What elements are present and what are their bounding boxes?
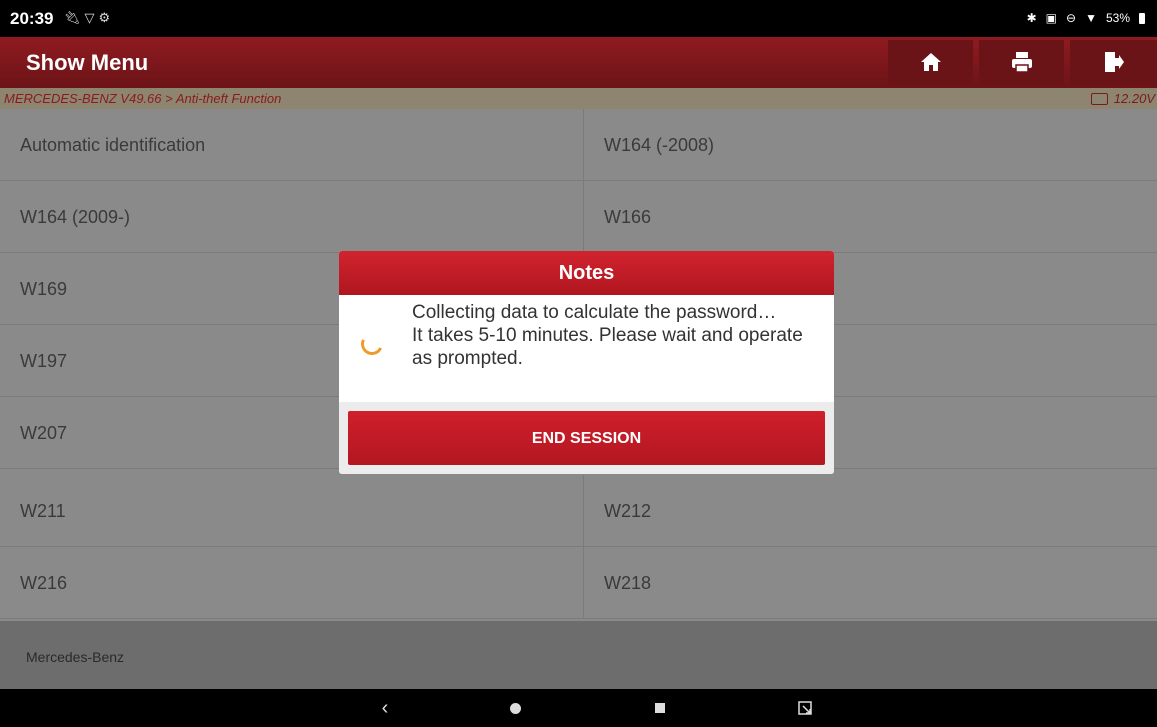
home-button[interactable] — [888, 40, 973, 84]
breadcrumb-bar: MERCEDES-BENZ V49.66 > Anti-theft Functi… — [0, 88, 1157, 109]
dialog-title: Notes — [339, 251, 834, 295]
menu-item[interactable]: W218 — [584, 547, 1157, 619]
dialog-message: Collecting data to calculate the passwor… — [412, 302, 803, 369]
status-icons: 🔌︎▽⚙ — [64, 10, 114, 26]
menu-item[interactable]: Automatic identification — [0, 109, 584, 181]
home-icon — [920, 53, 941, 71]
back-icon: ‹ — [381, 696, 389, 719]
voltage-value: 12.20V — [1113, 91, 1155, 106]
usb-icon: 🔌︎ — [64, 10, 85, 25]
screenshot-icon — [798, 701, 812, 715]
home-nav-button[interactable] — [500, 689, 530, 727]
menu-item[interactable]: W212 — [584, 475, 1157, 547]
battery-percent: 53% — [1105, 11, 1130, 25]
circle-icon — [509, 702, 521, 714]
exit-button[interactable] — [1070, 40, 1157, 84]
loading-spinner-icon — [357, 329, 387, 359]
system-nav-bar: ‹ — [0, 689, 1157, 727]
square-icon — [655, 703, 665, 713]
menu-item[interactable]: W216 — [0, 547, 584, 619]
voltage-indicator: 12.20V — [1090, 91, 1155, 106]
status-time: 20:39 — [10, 9, 54, 28]
print-button[interactable] — [979, 40, 1064, 84]
notes-dialog: Notes Collecting data to calculate the p… — [339, 251, 834, 474]
menu-item[interactable]: W164 (-2008) — [584, 109, 1157, 181]
recents-button[interactable] — [645, 689, 675, 727]
exit-icon — [1104, 52, 1124, 72]
status-bar: 20:39 🔌︎▽⚙ ✱ ▣ ⊖ ▼ 53% — [0, 0, 1157, 37]
settings-icon: ⚙ — [98, 10, 115, 25]
car-battery-icon — [1090, 92, 1108, 105]
footer-bar: Mercedes-Benz — [0, 621, 1157, 689]
menu-item[interactable]: W166 — [584, 181, 1157, 253]
bluetooth-icon: ✱ — [1026, 11, 1037, 25]
dialog-footer: END SESSION — [339, 402, 834, 474]
footer-label: Mercedes-Benz — [26, 649, 125, 665]
page-title: Show Menu — [26, 50, 149, 75]
status-right: ✱ ▣ ⊖ ▼ 53% — [1027, 11, 1145, 25]
back-button[interactable]: ‹ — [370, 689, 400, 727]
menu-item[interactable]: W211 — [0, 475, 584, 547]
menu-item[interactable]: W164 (2009-) — [0, 181, 584, 253]
app-header: Show Menu — [0, 37, 1157, 88]
signal-icon: ▼ — [1085, 11, 1097, 25]
breadcrumb: MERCEDES-BENZ V49.66 > Anti-theft Functi… — [4, 91, 282, 106]
battery-icon — [1139, 12, 1145, 24]
vibrate-icon: ▣ — [1045, 11, 1058, 25]
end-session-button[interactable]: END SESSION — [348, 411, 825, 465]
screenshot-button[interactable] — [790, 689, 820, 727]
dnd-icon: ⊖ — [1066, 11, 1077, 25]
dialog-body: Collecting data to calculate the passwor… — [339, 295, 834, 402]
print-icon — [1011, 52, 1032, 73]
wifi-icon: ▽ — [84, 10, 99, 25]
